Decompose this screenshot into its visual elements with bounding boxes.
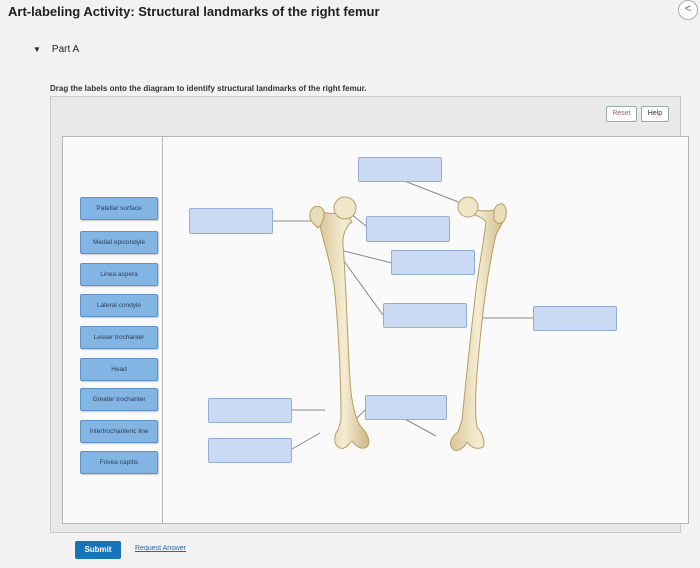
drop-target-4[interactable]	[391, 250, 475, 275]
femur-diagram	[273, 179, 533, 451]
drop-target-5[interactable]	[383, 303, 467, 328]
drop-target-1[interactable]	[358, 157, 442, 182]
drop-target-3[interactable]	[366, 216, 450, 242]
drop-target-7[interactable]	[208, 398, 292, 423]
submit-button[interactable]: Submit	[75, 541, 121, 559]
drop-target-9[interactable]	[208, 438, 292, 463]
drop-target-8[interactable]	[365, 395, 447, 420]
request-answer-link[interactable]: Request Answer	[135, 545, 186, 552]
drop-target-2[interactable]	[189, 208, 273, 234]
drop-target-6[interactable]	[533, 306, 617, 331]
left-femur-illustration	[309, 196, 370, 449]
